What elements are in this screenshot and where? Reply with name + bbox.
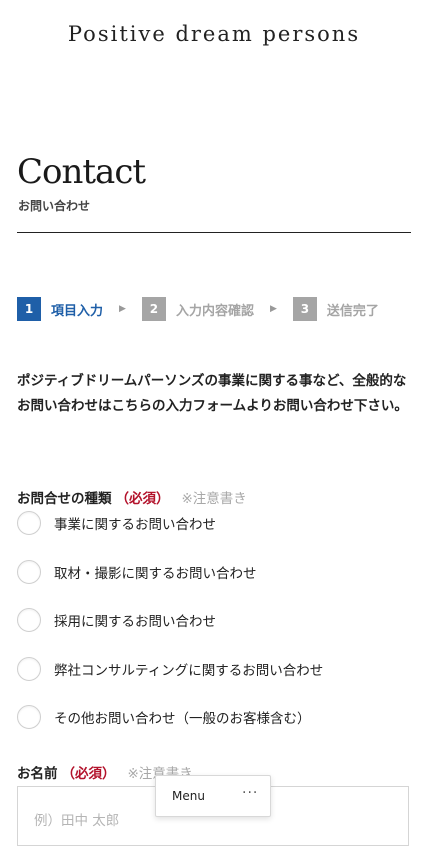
step-label-confirm: 入力内容確認 <box>175 303 254 319</box>
inquiry-type-label: お問合せの種類 （必須） ※注意書き <box>17 487 247 507</box>
name-label-text: お名前 <box>17 766 58 782</box>
step-label-input: 項目入力 <box>51 303 104 319</box>
menu-button[interactable]: Menu ··· <box>155 775 271 817</box>
required-badge: （必須） <box>115 491 170 507</box>
inquiry-type-label-text: お問合せの種類 <box>17 491 112 507</box>
radio-label: 弊社コンサルティングに関するお問い合わせ <box>54 663 324 679</box>
radio-button[interactable] <box>17 560 41 584</box>
intro-text: ポジティブドリームパーソンズの事業に関する事など、全般的なお問い合わせはこちらの… <box>17 373 408 414</box>
radio-label: 取材・撮影に関するお問い合わせ <box>54 566 257 582</box>
radio-business[interactable]: 事業に関するお問い合わせ <box>17 511 216 535</box>
required-badge: （必須） <box>61 766 116 782</box>
radio-button[interactable] <box>17 608 41 632</box>
radio-label: その他お問い合わせ（一般のお客様含む） <box>54 711 311 727</box>
radio-button[interactable] <box>17 511 41 535</box>
step-input: 1 項目入力 <box>17 297 103 321</box>
step-arrow-icon: ▶ <box>269 304 277 314</box>
radio-button[interactable] <box>17 705 41 729</box>
step-complete: 3 送信完了 <box>292 297 379 321</box>
title-divider <box>17 232 411 233</box>
radio-recruit[interactable]: 採用に関するお問い合わせ <box>17 608 216 632</box>
page-title: Contact <box>17 152 146 192</box>
page-subtitle: お問い合わせ <box>18 199 91 213</box>
step-arrow-icon: ▶ <box>119 304 126 314</box>
step-number-3: 3 <box>292 297 317 321</box>
step-label-complete: 送信完了 <box>326 303 379 319</box>
step-number-2: 2 <box>141 297 166 321</box>
step-confirm: 2 入力内容確認 <box>141 297 254 321</box>
radio-label: 採用に関するお問い合わせ <box>54 614 216 630</box>
progress-steps: 1 項目入力 ▶ 2 入力内容確認 ▶ 3 送信完了 <box>17 297 379 321</box>
radio-other[interactable]: その他お問い合わせ（一般のお客様含む） <box>17 705 311 729</box>
radio-press[interactable]: 取材・撮影に関するお問い合わせ <box>17 560 257 584</box>
field-note: ※注意書き <box>181 491 247 507</box>
radio-label: 事業に関するお問い合わせ <box>54 517 216 533</box>
name-input-placeholder: 例）田中 太郎 <box>34 813 120 829</box>
site-logo[interactable]: Positive dream persons <box>0 22 428 46</box>
radio-consulting[interactable]: 弊社コンサルティングに関するお問い合わせ <box>17 657 323 681</box>
radio-button[interactable] <box>17 657 41 681</box>
menu-label: Menu <box>172 789 205 803</box>
step-number-1: 1 <box>17 297 41 321</box>
more-dots-icon: ··· <box>242 785 259 801</box>
